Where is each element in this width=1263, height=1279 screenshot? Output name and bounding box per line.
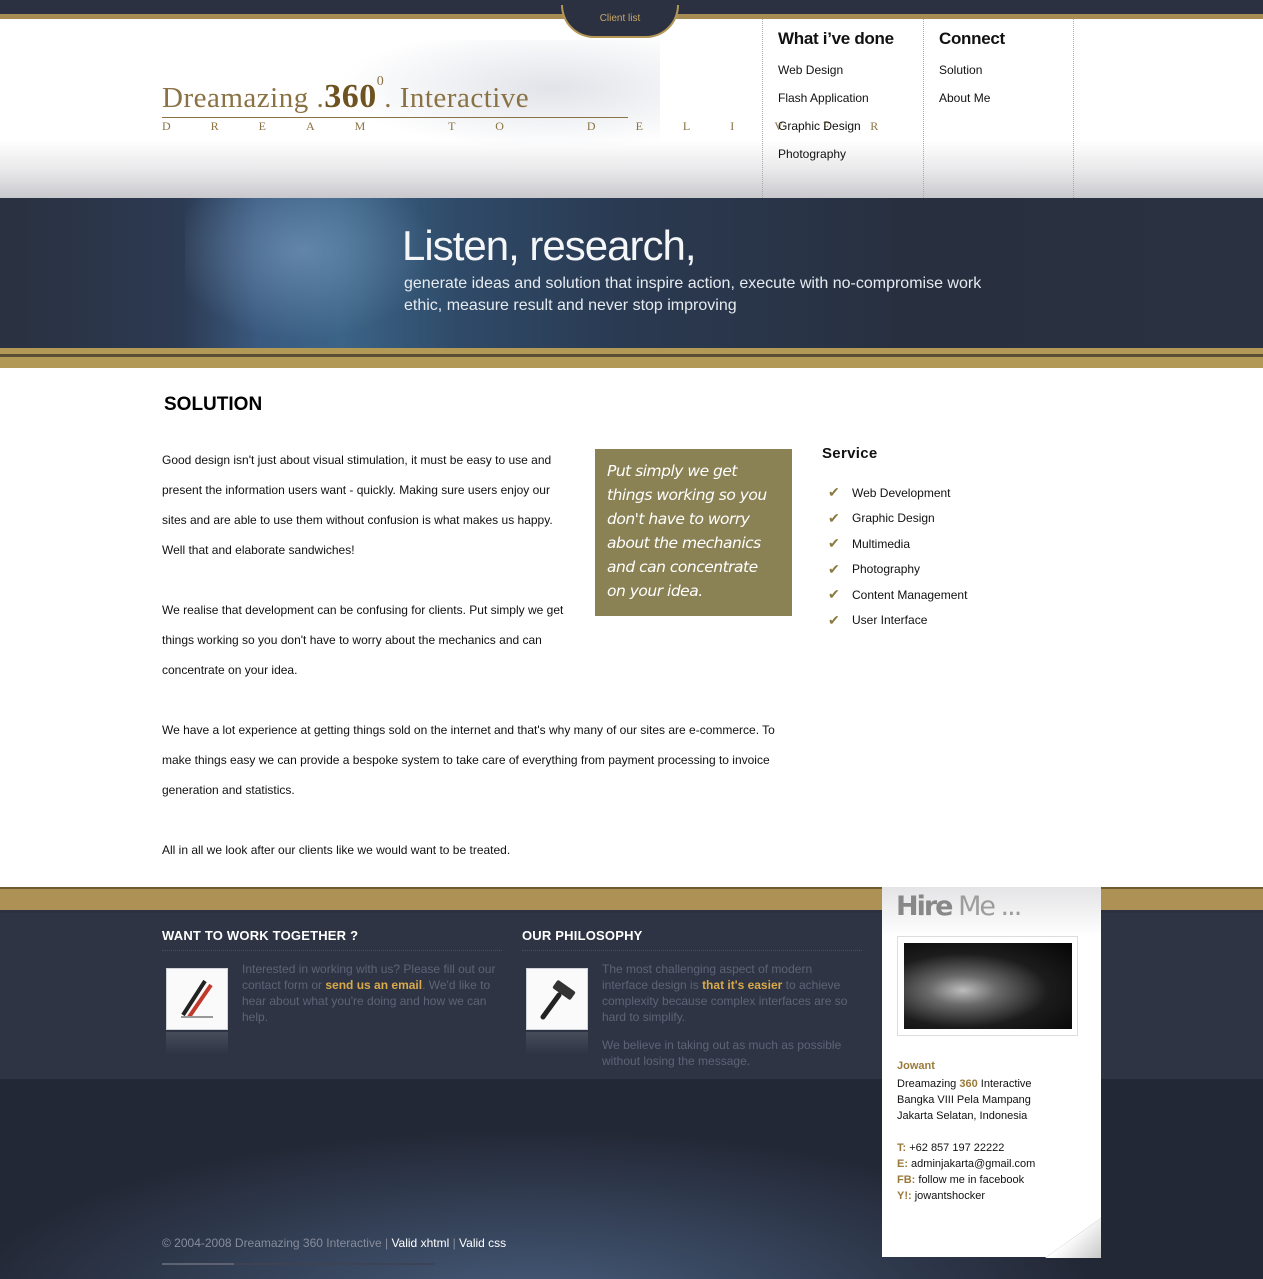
hire-contact: T: +62 857 197 22222 E: adminjakarta@gma… — [897, 1140, 1035, 1204]
valid-css-link[interactable]: Valid css — [459, 1236, 506, 1250]
logo-number: 360 — [324, 78, 377, 115]
logo-title: Dreamazing .3600. Interactive — [162, 74, 530, 115]
address-line-1: Bangka VIII Pela Mampang — [897, 1094, 1031, 1106]
banner-subline: generate ideas and solution that inspire… — [404, 275, 982, 314]
email-line: E: adminjakarta@gmail.com — [897, 1156, 1035, 1172]
logo-tagline: DREAM TO DELIVER — [162, 119, 919, 133]
nav-what-ive-done: What i’ve done Web Design Flash Applicat… — [762, 19, 923, 198]
nav-item-about-me[interactable]: About Me — [939, 90, 1073, 118]
work-together-title: WANT TO WORK TOGETHER ? — [162, 928, 502, 951]
hire-title-rest: Me ... — [951, 891, 1022, 922]
check-icon: ✔ — [828, 535, 840, 552]
copyright-underline-dark — [234, 1263, 434, 1265]
banner-gold-stripe-lower — [0, 357, 1263, 368]
separator: | — [449, 1236, 460, 1250]
logo-degree: 0 — [376, 74, 385, 89]
service-item: ✔ Multimedia — [828, 531, 967, 557]
paragraph: We realise that development can be confu… — [162, 603, 564, 677]
check-icon: ✔ — [828, 484, 840, 501]
copyright-underline — [162, 1263, 234, 1265]
yahoo-line: Y!: jowantshocker — [897, 1188, 1035, 1204]
work-together-text: Interested in working with us? Please fi… — [242, 961, 500, 1025]
nav-done-title: What i’ve done — [778, 29, 894, 48]
copyright-text: © 2004-2008 Dreamazing 360 Interactive | — [162, 1236, 392, 1250]
email-value[interactable]: adminjakarta@gmail.com — [908, 1158, 1035, 1170]
paragraph: We have a lot experience at getting thin… — [162, 723, 775, 797]
check-icon: ✔ — [828, 586, 840, 603]
yahoo-value[interactable]: jowantshocker — [912, 1190, 985, 1202]
service-item: ✔ Web Development — [828, 480, 967, 506]
pencil-icon — [166, 968, 228, 1030]
phil-highlight: that it's easier — [702, 978, 783, 992]
check-icon: ✔ — [828, 560, 840, 577]
logo-word2: Interactive — [399, 82, 530, 114]
address-line-2: Jakarta Selatan, Indonesia — [897, 1110, 1028, 1122]
logo-divider — [162, 117, 628, 118]
phone-value[interactable]: +62 857 197 22222 — [906, 1142, 1004, 1154]
service-label: Multimedia — [852, 536, 911, 551]
nav-connect: Connect Solution About Me — [923, 19, 1074, 198]
profile-photo — [904, 943, 1072, 1029]
yahoo-key: Y!: — [897, 1190, 912, 1202]
logo-word1: Dreamazing — [162, 82, 309, 114]
service-title: Service — [822, 445, 878, 462]
service-item: ✔ Graphic Design — [828, 506, 967, 532]
copyright: © 2004-2008 Dreamazing 360 Interactive |… — [162, 1236, 506, 1250]
hire-title-bold: Hire — [896, 891, 954, 922]
service-label: Web Development — [852, 485, 951, 500]
service-label: User Interface — [852, 613, 928, 628]
pull-quote: Put simply we get things working so you … — [595, 449, 792, 616]
work-together-column: WANT TO WORK TOGETHER ? Interested in wo… — [162, 928, 502, 1054]
phone-key: T: — [897, 1142, 907, 1154]
email-key: E: — [897, 1158, 908, 1170]
client-list-tab[interactable]: Client list — [561, 5, 679, 38]
hammer-icon — [526, 968, 588, 1030]
facebook-line: FB: follow me in facebook — [897, 1172, 1035, 1188]
facebook-link[interactable]: follow me in facebook — [915, 1174, 1024, 1186]
logo[interactable]: Dreamazing .3600. Interactive DREAM TO D… — [162, 74, 919, 138]
nav-item-flash-application[interactable]: Flash Application — [778, 90, 923, 118]
service-list: ✔ Web Development ✔ Graphic Design ✔ Multim… — [828, 480, 967, 633]
service-label: Graphic Design — [852, 511, 935, 526]
company-post: Interactive — [977, 1078, 1032, 1090]
nav-item-solution[interactable]: Solution — [939, 62, 1073, 90]
paragraph: Good design isn't just about visual stim… — [162, 453, 553, 557]
facebook-key: FB: — [897, 1174, 916, 1186]
company-pre: Dreamazing — [897, 1078, 960, 1090]
phone-line: T: +62 857 197 22222 — [897, 1140, 1035, 1156]
nav-item-photography[interactable]: Photography — [778, 146, 923, 174]
company-num: 360 — [959, 1078, 978, 1090]
icon-reflection — [526, 1032, 588, 1054]
philosophy-text: The most challenging aspect of modern in… — [602, 961, 860, 1069]
nav-item-graphic-design[interactable]: Graphic Design — [778, 118, 923, 146]
check-icon: ✔ — [828, 509, 840, 526]
hire-name: Jowant — [897, 1060, 935, 1072]
philosophy-title: OUR PHILOSOPHY — [522, 928, 862, 951]
icon-reflection — [166, 1032, 228, 1054]
phil-text-2: We believe in taking out as much as poss… — [602, 1038, 842, 1068]
valid-xhtml-link[interactable]: Valid xhtml — [391, 1236, 449, 1250]
check-icon: ✔ — [828, 611, 840, 628]
service-label: Content Management — [852, 587, 968, 602]
service-item: ✔ Content Management — [828, 582, 967, 608]
philosophy-column: OUR PHILOSOPHY The most challenging aspe… — [522, 928, 862, 1068]
page-title: SOLUTION — [164, 394, 263, 415]
company-line: Dreamazing 360 Interactive — [897, 1076, 1032, 1092]
paragraph: All in all we look after our clients lik… — [162, 843, 511, 857]
email-link[interactable]: send us an email — [325, 978, 422, 992]
nav-item-web-design[interactable]: Web Design — [778, 62, 923, 90]
service-item: ✔ Photography — [828, 557, 967, 583]
service-label: Photography — [852, 562, 921, 577]
service-item: ✔ User Interface — [828, 608, 967, 634]
banner-headline: Listen, research, — [402, 222, 696, 269]
hire-me-title: Hire Me ... — [896, 891, 1022, 922]
nav-connect-title: Connect — [939, 29, 1005, 48]
hire-address: Dreamazing 360 Interactive Bangka VIII P… — [897, 1076, 1032, 1124]
